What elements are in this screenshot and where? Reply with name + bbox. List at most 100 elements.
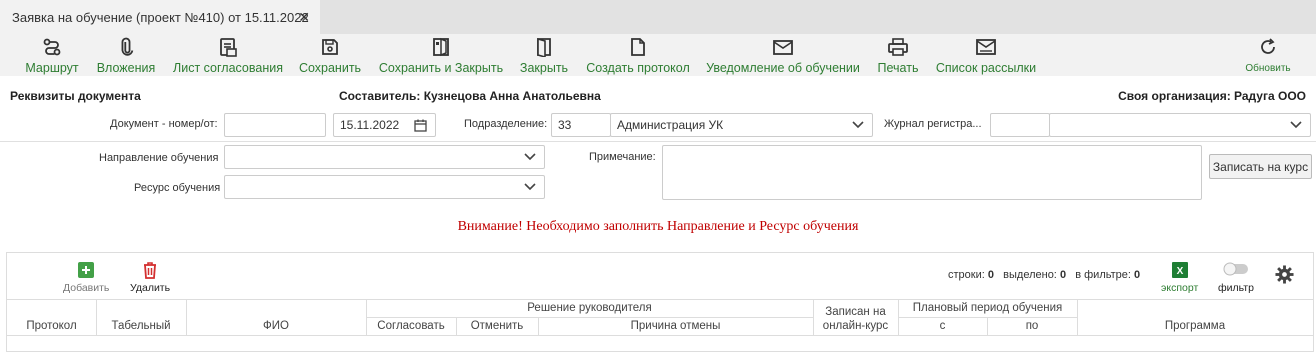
export-label: экспорт xyxy=(1161,282,1199,294)
resource-select[interactable] xyxy=(224,175,545,199)
save-close-icon xyxy=(433,37,449,57)
col-tab-number[interactable]: Табельный xyxy=(96,317,186,335)
refresh-label: Обновить xyxy=(1245,63,1291,74)
toggle-icon xyxy=(1223,262,1248,276)
add-icon xyxy=(78,262,95,278)
trash-icon xyxy=(144,262,157,279)
print-label: Печать xyxy=(877,61,919,75)
attachments-label: Вложения xyxy=(96,61,156,75)
attachments-button[interactable]: Вложения xyxy=(95,34,157,76)
filter-label: фильтр xyxy=(1218,282,1254,294)
col-online-line2[interactable]: онлайн-курс xyxy=(813,319,898,333)
selected-label: выделено: xyxy=(1003,269,1057,281)
save-icon xyxy=(322,39,338,55)
department-code-input[interactable]: 33 xyxy=(551,113,611,137)
journal-select[interactable] xyxy=(1049,113,1311,137)
filter-toggle[interactable]: фильтр xyxy=(1218,261,1254,294)
col-online-line1[interactable]: Записан на xyxy=(813,305,898,319)
create-protocol-button[interactable]: Создать протокол xyxy=(585,34,691,76)
save-close-label: Сохранить и Закрыть xyxy=(378,61,504,75)
col-approve[interactable]: Согласовать xyxy=(366,317,456,335)
grid-panel: Добавить Удалить строки: 0 выделено: 0 в… xyxy=(6,252,1314,352)
doc-number-input[interactable] xyxy=(224,113,326,137)
paperclip-icon xyxy=(121,37,134,56)
chevron-down-icon xyxy=(1290,121,1302,129)
journal-label: Журнал регистра... xyxy=(884,118,982,130)
door-icon xyxy=(537,37,551,57)
note-textarea[interactable] xyxy=(662,145,1202,200)
rows-value: 0 xyxy=(987,269,994,281)
mailing-list-button[interactable]: Список рассылки xyxy=(934,34,1038,76)
resource-label: Ресурс обучения xyxy=(134,182,221,194)
chevron-down-icon xyxy=(524,153,536,161)
department-name-value: Администрация УК xyxy=(617,118,724,132)
col-group-manager-decision: Решение руководителя xyxy=(527,302,652,314)
gear-icon[interactable] xyxy=(1275,265,1294,284)
create-protocol-label: Создать протокол xyxy=(586,61,690,75)
warning-message: Внимание! Необходимо заполнить Направлен… xyxy=(457,219,859,234)
own-org-text: Своя организация: Радуга ООО xyxy=(1118,89,1306,103)
chevron-down-icon xyxy=(524,183,536,191)
delete-label: Удалить xyxy=(130,282,171,294)
grid-header-bottom-line xyxy=(7,335,1313,336)
tab-strip: Заявка на обучение (проект №410) от 15.1… xyxy=(0,0,1316,34)
add-button[interactable]: Добавить xyxy=(63,261,109,294)
route-label: Маршрут xyxy=(25,61,79,75)
print-button[interactable]: Печать xyxy=(874,34,922,76)
refresh-button[interactable]: Обновить xyxy=(1238,34,1298,76)
enroll-button[interactable]: Записать на курс xyxy=(1209,154,1312,179)
approval-sheet-label: Лист согласования xyxy=(173,61,283,75)
doc-number-label: Документ - номер/от: xyxy=(110,118,218,130)
refresh-icon xyxy=(1261,38,1275,54)
col-program[interactable]: Программа xyxy=(1077,317,1313,335)
save-close-button[interactable]: Сохранить и Закрыть xyxy=(378,34,504,76)
add-label: Добавить xyxy=(63,282,110,294)
selected-value: 0 xyxy=(1059,269,1067,281)
save-label: Сохранить xyxy=(298,61,362,75)
delete-button[interactable]: Удалить xyxy=(130,261,170,294)
doc-date-value: 15.11.2022 xyxy=(340,118,400,132)
chevron-down-icon xyxy=(852,121,864,129)
save-button[interactable]: Сохранить xyxy=(296,34,364,76)
doc-date-input[interactable]: 15.11.2022 xyxy=(333,113,436,137)
approval-sheet-icon xyxy=(220,38,237,57)
close-label: Закрыть xyxy=(519,61,569,75)
doc-requisites-heading: Реквизиты документа xyxy=(10,89,141,103)
export-button[interactable]: X экспорт xyxy=(1161,261,1198,294)
document-icon xyxy=(631,38,645,56)
department-select[interactable]: Администрация УК xyxy=(610,113,873,137)
route-icon xyxy=(43,38,61,56)
calendar-icon[interactable] xyxy=(414,119,427,132)
printer-icon xyxy=(888,38,908,56)
close-icon[interactable]: ✕ xyxy=(298,9,310,26)
col-from[interactable]: с xyxy=(898,317,987,335)
col-group-planned-period: Плановый период обучения xyxy=(912,302,1063,314)
rows-label: строки: xyxy=(948,269,985,281)
svg-text:X: X xyxy=(1176,266,1183,277)
approval-sheet-button[interactable]: Лист согласования xyxy=(172,34,284,76)
col-fio[interactable]: ФИО xyxy=(186,317,366,335)
journal-code-input[interactable] xyxy=(990,113,1050,137)
filtered-value: 0 xyxy=(1134,269,1141,281)
notify-training-button[interactable]: Уведомление об обучении xyxy=(705,34,861,76)
form-divider xyxy=(0,141,1316,142)
toolbar: Маршрут Вложения Лист согласования Сохра… xyxy=(0,34,1316,76)
route-button[interactable]: Маршрут xyxy=(22,34,82,76)
excel-icon: X xyxy=(1171,262,1188,278)
document-tab[interactable]: Заявка на обучение (проект №410) от 15.1… xyxy=(0,0,320,34)
grid-stats: строки: 0 выделено: 0 в фильтре: 0 xyxy=(948,269,1140,281)
mailing-list-icon xyxy=(976,39,996,55)
col-protocol[interactable]: Протокол xyxy=(7,317,96,335)
direction-select[interactable] xyxy=(224,145,545,169)
close-button[interactable]: Закрыть xyxy=(516,34,572,76)
col-to[interactable]: по xyxy=(987,317,1077,335)
mailing-list-label: Список рассылки xyxy=(935,61,1037,75)
direction-label: Направление обучения xyxy=(99,152,219,164)
tab-title: Заявка на обучение (проект №410) от 15.1… xyxy=(12,9,309,25)
col-cancel-reason[interactable]: Причина отмены xyxy=(538,317,813,335)
note-label: Примечание: xyxy=(589,151,656,163)
mail-icon xyxy=(773,40,793,55)
col-cancel[interactable]: Отменить xyxy=(456,317,538,335)
author-text: Составитель: Кузнецова Анна Анатольевна xyxy=(339,89,601,103)
department-label: Подразделение: xyxy=(464,118,548,130)
